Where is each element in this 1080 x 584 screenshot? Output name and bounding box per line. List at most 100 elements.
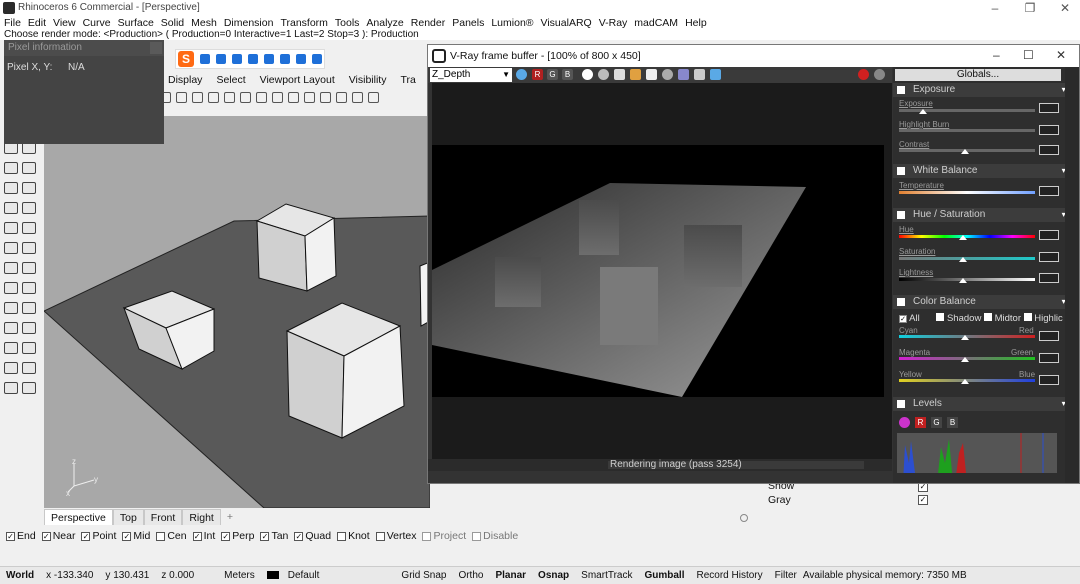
tool-icon[interactable] bbox=[224, 91, 235, 103]
checkbox-icon[interactable]: ✓ bbox=[192, 531, 202, 541]
trim-tool-icon[interactable] bbox=[4, 322, 18, 334]
vfb-minimize-button[interactable]: – bbox=[993, 48, 1000, 62]
mesh-tool-icon[interactable] bbox=[4, 262, 18, 274]
tab-viewport-layout[interactable]: Viewport Layout bbox=[260, 72, 335, 88]
osnap-disable[interactable]: Disable bbox=[472, 530, 518, 542]
levels-green-button[interactable]: G bbox=[931, 417, 942, 428]
polygon-tool-icon[interactable] bbox=[4, 162, 18, 174]
red-channel-button[interactable]: R bbox=[532, 69, 543, 80]
tool-icon[interactable] bbox=[368, 91, 379, 103]
tool-icon[interactable] bbox=[192, 91, 203, 103]
contrast-slider-thumb[interactable] bbox=[961, 149, 969, 154]
hue-saturation-section[interactable]: Hue / Saturation ▾ ☰ bbox=[893, 208, 1079, 222]
menu-madcam[interactable]: madCAM bbox=[634, 16, 678, 30]
ime-shirt-icon[interactable] bbox=[296, 54, 306, 64]
menu-edit[interactable]: Edit bbox=[28, 16, 46, 30]
menu-surface[interactable]: Surface bbox=[118, 16, 154, 30]
checkbox-icon[interactable] bbox=[422, 531, 432, 541]
globals-button[interactable]: Globals... bbox=[895, 69, 1061, 81]
paint-tool-icon[interactable] bbox=[22, 262, 36, 274]
levels-enable-checkbox[interactable] bbox=[897, 400, 905, 408]
tab-top[interactable]: Top bbox=[112, 509, 144, 525]
levels-blue-button[interactable]: B bbox=[947, 417, 958, 428]
tool-icon[interactable] bbox=[320, 91, 331, 103]
cplane-indicator[interactable]: World bbox=[0, 570, 40, 581]
levels-section[interactable]: Levels ▾ ☰ bbox=[893, 397, 1079, 411]
menu-help[interactable]: Help bbox=[685, 16, 707, 30]
move-tool-icon[interactable] bbox=[4, 282, 18, 294]
record-history-toggle[interactable]: Record History bbox=[691, 570, 769, 581]
scale-tool-icon[interactable] bbox=[22, 302, 36, 314]
saturation-slider[interactable] bbox=[899, 257, 1035, 260]
osnap-tan[interactable]: ✓ Tan bbox=[260, 530, 288, 542]
corrections-scrollbar[interactable] bbox=[1065, 67, 1079, 483]
gray-checkbox[interactable]: ✓ bbox=[918, 495, 928, 505]
compare-icon[interactable] bbox=[694, 69, 705, 80]
copy-tool-icon[interactable] bbox=[22, 282, 36, 294]
ime-mic-icon[interactable] bbox=[248, 54, 258, 64]
menu-file[interactable]: File bbox=[4, 16, 21, 30]
checkbox-icon[interactable]: ✓ bbox=[6, 531, 15, 541]
ortho-toggle[interactable]: Ortho bbox=[452, 570, 489, 581]
hue-value-box[interactable] bbox=[1039, 230, 1059, 240]
osnap-knot[interactable]: Knot bbox=[337, 530, 370, 542]
menu-panels[interactable]: Panels bbox=[452, 16, 484, 30]
add-viewport-button[interactable]: + bbox=[221, 509, 239, 525]
osnap-toggle[interactable]: Osnap bbox=[532, 570, 575, 581]
osnap-point[interactable]: ✓ Point bbox=[81, 530, 116, 542]
menu-dimension[interactable]: Dimension bbox=[224, 16, 274, 30]
blue-channel-button[interactable]: B bbox=[562, 69, 573, 80]
hue-slider[interactable] bbox=[899, 235, 1035, 238]
planar-toggle[interactable]: Planar bbox=[489, 570, 532, 581]
grid-tool-icon[interactable] bbox=[4, 382, 18, 394]
exposure-value-box[interactable] bbox=[1039, 103, 1059, 113]
highlight-burn-value-box[interactable] bbox=[1039, 125, 1059, 135]
smarttrack-toggle[interactable]: SmartTrack bbox=[575, 570, 638, 581]
ime-grid-icon[interactable] bbox=[312, 54, 322, 64]
osnap-end[interactable]: ✓ End bbox=[6, 530, 36, 542]
menu-mesh[interactable]: Mesh bbox=[191, 16, 217, 30]
box-tool-icon[interactable] bbox=[4, 222, 18, 234]
tab-display[interactable]: Display bbox=[168, 72, 202, 88]
lightness-slider-thumb[interactable] bbox=[959, 278, 967, 283]
perspective-viewport[interactable]: z y x bbox=[44, 116, 430, 508]
loft-tool-icon[interactable] bbox=[22, 202, 36, 214]
rgb-channel-icon[interactable] bbox=[516, 69, 527, 80]
checkbox-icon[interactable]: ✓ bbox=[122, 531, 132, 541]
tab-transform[interactable]: Tra bbox=[400, 72, 415, 88]
hue-slider-thumb[interactable] bbox=[959, 235, 967, 240]
menu-curve[interactable]: Curve bbox=[83, 16, 111, 30]
tool-icon[interactable] bbox=[272, 91, 283, 103]
osnap-quad[interactable]: ✓ Quad bbox=[294, 530, 331, 542]
stop-render-icon[interactable] bbox=[858, 69, 869, 80]
layer-indicator[interactable]: Default bbox=[261, 570, 332, 581]
lightness-slider[interactable] bbox=[899, 278, 1035, 281]
green-channel-button[interactable]: G bbox=[547, 69, 558, 80]
all-range-checkbox[interactable]: ✓ bbox=[899, 315, 907, 323]
osnap-project[interactable]: Project bbox=[422, 530, 466, 542]
tool-icon[interactable] bbox=[176, 91, 187, 103]
tab-select[interactable]: Select bbox=[216, 72, 245, 88]
region-render-icon[interactable] bbox=[678, 69, 689, 80]
sogou-ime-icon[interactable]: S bbox=[178, 51, 194, 67]
osnap-cen[interactable]: Cen bbox=[156, 530, 187, 542]
menu-analyze[interactable]: Analyze bbox=[366, 16, 403, 30]
dimension-tool-icon[interactable] bbox=[4, 342, 18, 354]
extrude-tool-icon[interactable] bbox=[22, 222, 36, 234]
cyan-red-value-box[interactable] bbox=[1039, 331, 1059, 341]
render-image-area[interactable] bbox=[432, 83, 892, 463]
tab-right[interactable]: Right bbox=[182, 509, 221, 525]
osnap-vertex[interactable]: Vertex bbox=[375, 530, 416, 542]
menu-transform[interactable]: Transform bbox=[280, 16, 327, 30]
pixel-info-close-icon[interactable] bbox=[150, 42, 162, 54]
clear-image-icon[interactable] bbox=[646, 69, 657, 80]
menu-view[interactable]: View bbox=[53, 16, 76, 30]
checkbox-icon[interactable] bbox=[375, 531, 385, 541]
exposure-enable-checkbox[interactable] bbox=[897, 86, 905, 94]
mono-icon[interactable] bbox=[582, 69, 593, 80]
tab-perspective[interactable]: Perspective bbox=[44, 509, 113, 525]
layer-tool-icon[interactable] bbox=[4, 362, 18, 374]
ime-tools-icon[interactable] bbox=[280, 54, 290, 64]
tool-icon[interactable] bbox=[352, 91, 363, 103]
temperature-value-box[interactable] bbox=[1039, 186, 1059, 196]
